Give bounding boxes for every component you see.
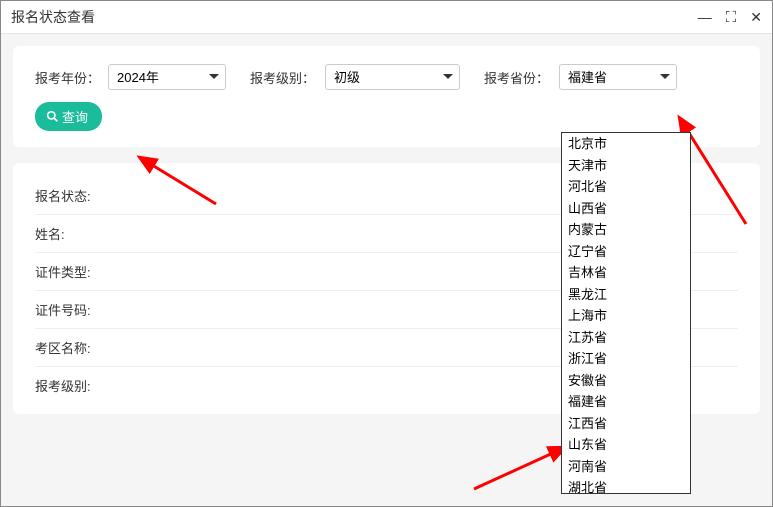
level-select[interactable]: 初级 (325, 64, 460, 90)
province-option[interactable]: 浙江省 (562, 348, 690, 370)
query-button[interactable]: 查询 (35, 102, 102, 131)
province-option[interactable]: 山东省 (562, 434, 690, 456)
minimize-icon[interactable]: — (698, 10, 712, 24)
province-option[interactable]: 山西省 (562, 198, 690, 220)
province-label: 报考省份： (484, 68, 549, 87)
level-label: 报考级别： (250, 68, 315, 87)
province-option[interactable]: 上海市 (562, 305, 690, 327)
province-option[interactable]: 天津市 (562, 155, 690, 177)
search-icon (46, 110, 59, 123)
window-title: 报名状态查看 (11, 7, 95, 27)
window-controls: — ⛶ ✕ (698, 10, 762, 25)
annotation-arrow (466, 439, 576, 494)
province-option[interactable]: 辽宁省 (562, 241, 690, 263)
province-option[interactable]: 福建省 (562, 391, 690, 413)
maximize-icon[interactable]: ⛶ (726, 10, 737, 25)
province-option[interactable]: 内蒙古 (562, 219, 690, 241)
province-option[interactable]: 湖北省 (562, 477, 690, 494)
province-option[interactable]: 吉林省 (562, 262, 690, 284)
province-option[interactable]: 江苏省 (562, 327, 690, 349)
close-icon[interactable]: ✕ (750, 10, 762, 24)
year-label: 报考年份： (35, 68, 100, 87)
province-option[interactable]: 河北省 (562, 176, 690, 198)
search-row: 报考年份： 2024年 报考级别： 初级 报考省份： 福建省 (35, 64, 738, 90)
province-option[interactable]: 河南省 (562, 456, 690, 478)
content-area: 报考年份： 2024年 报考级别： 初级 报考省份： 福建省 查询 报名状态: (1, 34, 772, 506)
year-select[interactable]: 2024年 (108, 64, 226, 90)
province-dropdown[interactable]: 北京市天津市河北省山西省内蒙古辽宁省吉林省黑龙江上海市江苏省浙江省安徽省福建省江… (561, 132, 691, 494)
province-select[interactable]: 福建省 (559, 64, 677, 90)
dialog-window: 报名状态查看 — ⛶ ✕ 报考年份： 2024年 报考级别： 初级 报考省份： … (0, 0, 773, 507)
query-button-label: 查询 (62, 107, 88, 126)
province-option[interactable]: 北京市 (562, 133, 690, 155)
province-option[interactable]: 安徽省 (562, 370, 690, 392)
province-option[interactable]: 黑龙江 (562, 284, 690, 306)
titlebar: 报名状态查看 — ⛶ ✕ (1, 1, 772, 34)
province-option[interactable]: 江西省 (562, 413, 690, 435)
